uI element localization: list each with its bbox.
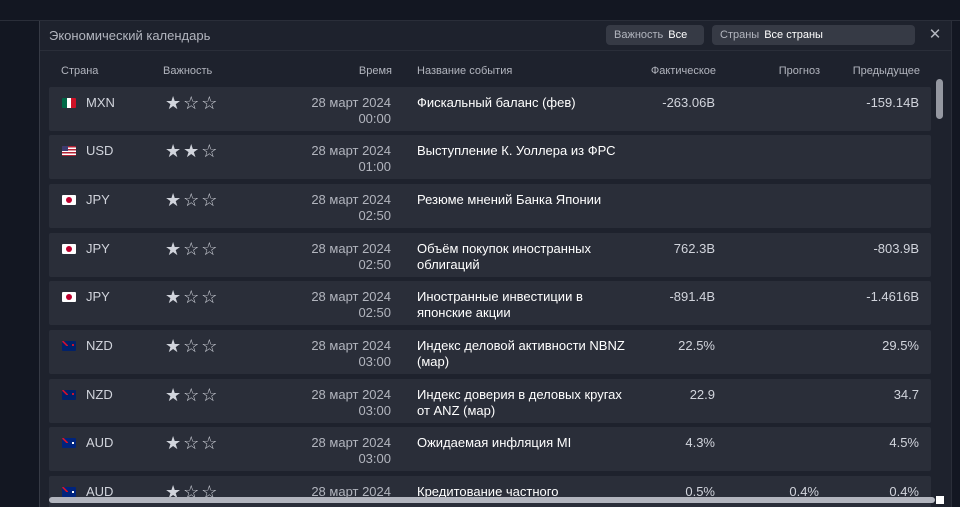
event-date: 28 март 2024: [311, 338, 391, 353]
currency-code: JPY: [86, 241, 110, 256]
currency-code: JPY: [86, 289, 110, 304]
event-time: 03:00: [358, 451, 391, 466]
currency-code: USD: [86, 143, 114, 158]
header-previous[interactable]: Предыдущее: [853, 65, 920, 77]
nz-flag-icon: [62, 390, 76, 400]
event-name[interactable]: Ожидаемая инфляция MI: [417, 435, 627, 451]
actual-value: 4.3%: [685, 435, 715, 450]
importance-stars-icon: ★☆☆: [165, 336, 220, 356]
importance-stars-icon: ★☆☆: [165, 190, 220, 210]
header-event[interactable]: Название события: [417, 65, 512, 77]
importance-stars-icon: ★★☆: [165, 141, 220, 161]
previous-value: 34.7: [893, 387, 919, 402]
event-name[interactable]: Объём покупок иностранных облигаций: [417, 241, 627, 273]
header-importance[interactable]: Важность: [163, 65, 212, 77]
event-name[interactable]: Фискальный баланс (фев): [417, 95, 627, 111]
actual-value: -891.4B: [669, 289, 715, 304]
event-time: 03:00: [358, 354, 391, 369]
nz-flag-icon: [62, 341, 76, 351]
event-date: 28 март 2024: [311, 192, 391, 207]
importance-stars-icon: ★☆☆: [165, 239, 220, 259]
event-time: 02:50: [358, 257, 391, 272]
au-flag-icon: [62, 438, 76, 448]
top-bar: [0, 0, 960, 21]
previous-value: 4.5%: [889, 435, 919, 450]
importance-stars-icon: ★☆☆: [165, 433, 220, 453]
event-datetime: 28 март 2024 03:00: [311, 435, 391, 467]
event-date: 28 март 2024: [311, 289, 391, 304]
event-date: 28 март 2024: [311, 387, 391, 402]
header-forecast[interactable]: Прогноз: [779, 65, 820, 77]
table-row[interactable]: AUD ★☆☆ 28 март 2024 03:00 Ожидаемая инфляци…: [49, 427, 931, 471]
previous-value: -159.14B: [866, 95, 919, 110]
countries-filter-value: Все страны: [764, 29, 823, 41]
event-time: 02:50: [358, 305, 391, 320]
close-icon[interactable]: ✕: [926, 25, 944, 45]
table-row[interactable]: USD ★★☆ 28 март 2024 01:00 Выступление К. Уо…: [49, 135, 931, 179]
importance-filter[interactable]: Важность Все: [606, 25, 704, 45]
previous-value: -803.9B: [873, 241, 919, 256]
table-row[interactable]: NZD ★☆☆ 28 март 2024 03:00 Индекс деловой ак…: [49, 330, 931, 374]
header-time[interactable]: Время: [359, 65, 392, 77]
importance-stars-icon: ★☆☆: [165, 287, 220, 307]
event-datetime: 28 март 2024 01:00: [311, 143, 391, 175]
countries-filter-label: Страны: [720, 29, 760, 41]
us-flag-icon: [62, 146, 76, 156]
event-name[interactable]: Выступление К. Уоллера из ФРС: [417, 143, 627, 159]
event-time: 02:50: [358, 208, 391, 223]
event-name[interactable]: Резюме мнений Банка Японии: [417, 192, 627, 208]
economic-calendar-window: Экономический календарь Важность Все Стра…: [39, 21, 952, 507]
previous-value: 29.5%: [882, 338, 919, 353]
event-date: 28 март 2024: [311, 241, 391, 256]
currency-code: MXN: [86, 95, 115, 110]
event-date: 28 март 2024: [311, 143, 391, 158]
jp-flag-icon: [62, 195, 76, 205]
vertical-scrollbar[interactable]: [936, 79, 943, 119]
event-datetime: 28 март 2024 03:00: [311, 387, 391, 419]
header-actual[interactable]: Фактическое: [651, 65, 716, 77]
table-row[interactable]: JPY ★☆☆ 28 март 2024 02:50 Резюме мнений Бан…: [49, 184, 931, 228]
event-datetime: 28 март 2024 00:00: [311, 95, 391, 127]
jp-flag-icon: [62, 244, 76, 254]
event-datetime: 28 март 2024 02:50: [311, 241, 391, 273]
table-row[interactable]: MXN ★☆☆ 28 март 2024 00:00 Фискальный баланс…: [49, 87, 931, 131]
window-titlebar: Экономический календарь Важность Все Стра…: [40, 21, 951, 51]
scroll-corner: [936, 496, 944, 504]
currency-code: AUD: [86, 435, 114, 450]
actual-value: 22.9: [689, 387, 715, 402]
previous-value: -1.4616B: [866, 289, 919, 304]
countries-filter[interactable]: Страны Все страны: [712, 25, 915, 45]
table-row[interactable]: JPY ★☆☆ 28 март 2024 02:50 Объём покупок ино…: [49, 233, 931, 277]
jp-flag-icon: [62, 292, 76, 302]
table-row[interactable]: NZD ★☆☆ 28 март 2024 03:00 Индекс доверия в …: [49, 379, 931, 423]
event-datetime: 28 март 2024 03:00: [311, 338, 391, 370]
event-date: 28 март 2024: [311, 95, 391, 110]
currency-code: NZD: [86, 387, 113, 402]
header-country[interactable]: Страна: [61, 65, 98, 77]
event-time: 03:00: [358, 403, 391, 418]
event-name[interactable]: Индекс деловой активности NBNZ (мар): [417, 338, 627, 370]
horizontal-scrollbar[interactable]: [49, 497, 935, 503]
importance-filter-label: Важность: [614, 29, 664, 41]
importance-filter-value: Все: [668, 29, 688, 41]
event-time: 01:00: [358, 159, 391, 174]
event-date: 28 март 2024: [311, 435, 391, 450]
actual-value: -263.06B: [662, 95, 715, 110]
currency-code: JPY: [86, 192, 110, 207]
currency-code: NZD: [86, 338, 113, 353]
event-datetime: 28 март 2024 02:50: [311, 192, 391, 224]
actual-value: 22.5%: [678, 338, 715, 353]
event-name[interactable]: Иностранные инвестиции в японские акции: [417, 289, 627, 321]
event-name[interactable]: Индекс доверия в деловых кругах от ANZ (…: [417, 387, 627, 419]
mx-flag-icon: [62, 98, 76, 108]
au-flag-icon: [62, 487, 76, 497]
event-time: 00:00: [358, 111, 391, 126]
actual-value: 762.3B: [673, 241, 715, 256]
window-title: Экономический календарь: [49, 28, 211, 43]
event-datetime: 28 март 2024 02:50: [311, 289, 391, 321]
table-row[interactable]: JPY ★☆☆ 28 март 2024 02:50 Иностранные инвес…: [49, 281, 931, 325]
importance-stars-icon: ★☆☆: [165, 93, 220, 113]
importance-stars-icon: ★☆☆: [165, 385, 220, 405]
